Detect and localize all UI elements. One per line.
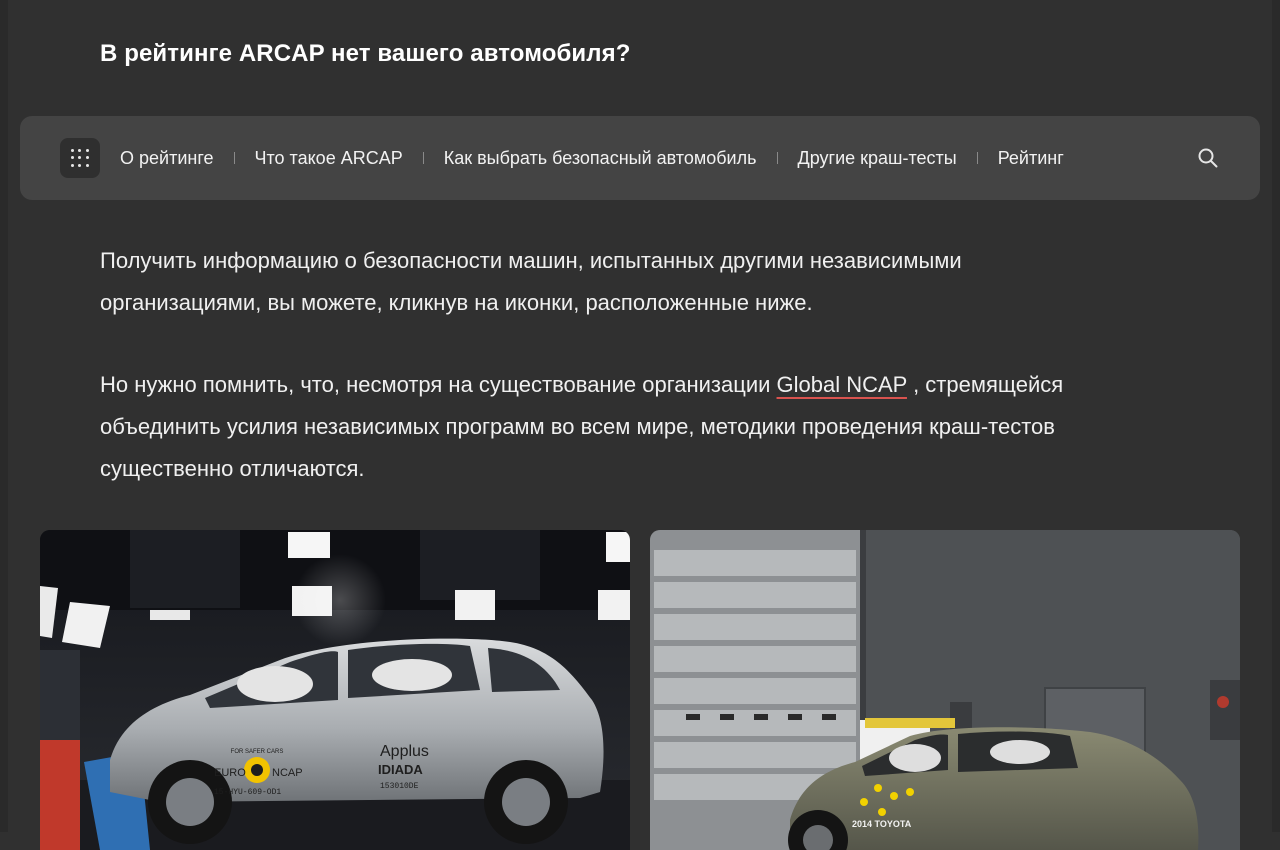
lab-label: IDIADA [378,762,423,777]
nav-item-rating[interactable]: Рейтинг [998,148,1064,169]
sponsor-label: Applus [380,743,429,760]
global-ncap-link[interactable]: Global NCAP [777,372,907,397]
page-edge-left [0,0,8,832]
search-button[interactable] [1196,146,1220,170]
page-title: В рейтинге ARCAP нет вашего автомобиля? [100,40,631,67]
nav-separator [422,152,424,164]
nav-items: О рейтинге Что такое ARCAP Как выбрать б… [120,116,1174,200]
euroncap-logo-right: NCAP [272,767,303,779]
menu-button[interactable] [60,138,100,178]
page-edge-right [1272,0,1280,832]
note-paragraph: Но нужно помнить, что, несмотря на сущес… [100,364,1100,490]
note-text-start: Но нужно помнить, что, несмотря на сущес… [100,372,777,397]
grid-dots-icon [69,147,91,169]
intro-paragraph: Получить информацию о безопасности машин… [100,248,962,315]
search-icon [1198,148,1218,168]
nav-separator [233,152,235,164]
euroncap-logo-left: EURO [214,767,246,779]
test-plate-label: 15-HYU-609-OD1 [214,788,281,797]
nav-item-what-is-arcap[interactable]: Что такое ARCAP [255,148,403,169]
nav-item-other-crash-tests[interactable]: Другие краш-тесты [798,148,957,169]
test-code-label: 153010DE [380,782,419,791]
section-navbar: О рейтинге Что такое ARCAP Как выбрать б… [20,116,1260,200]
nav-item-how-to-choose[interactable]: Как выбрать безопасный автомобиль [444,148,757,169]
nav-item-about-rating[interactable]: О рейтинге [120,148,214,169]
euroncap-logo-top: FOR SAFER CARS [231,749,284,755]
test-car-plate-label: 2014 TOYOTA [852,819,912,829]
crash-test-photo-euroncap[interactable]: FOR SAFER CARS EURO NCAP 15-HYU-609-OD1 … [40,530,630,850]
crash-test-photo-iihs[interactable]: 2014 TOYOTA [650,530,1240,850]
nav-separator [976,152,978,164]
nav-separator [776,152,778,164]
